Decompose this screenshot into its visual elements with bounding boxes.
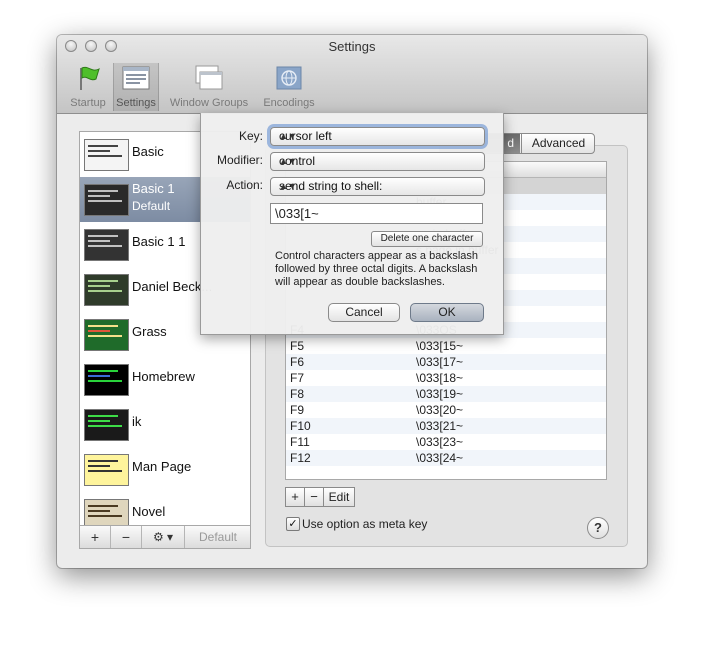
gear-menu-button[interactable]: ⚙ ▾ (142, 526, 185, 548)
table-row[interactable]: F5 \033[15~ (286, 338, 606, 354)
profile-thumbnail (84, 319, 129, 351)
table-row[interactable]: F12 \033[24~ (286, 450, 606, 466)
profile-name: Basic 1 1 (132, 234, 186, 249)
action-cell: \033[21~ (416, 419, 464, 433)
modifier-popup[interactable]: control ▲▼ (270, 152, 485, 171)
key-cell: F7 (290, 371, 305, 385)
action-cell: \033[15~ (416, 339, 464, 353)
key-cell: F11 (290, 435, 310, 449)
help-button[interactable]: ? (587, 517, 609, 539)
action-cell: \033[17~ (416, 355, 464, 369)
updown-arrows-icon: ▲▼ (279, 181, 297, 191)
cancel-button[interactable]: Cancel (328, 303, 400, 322)
table-row[interactable]: F11 \033[23~ (286, 434, 606, 450)
toolbar-label: Window Groups (169, 97, 249, 109)
toolbar-window-groups[interactable]: Window Groups (165, 63, 253, 111)
key-cell: F9 (290, 403, 305, 417)
toolbar-startup[interactable]: Startup (63, 63, 113, 111)
key-label: Key: (238, 129, 263, 143)
settings-window: Settings Startup Settings Window Groups … (57, 35, 647, 568)
profile-thumbnail (84, 409, 129, 441)
window-groups-icon (195, 65, 223, 90)
action-cell: \033[24~ (416, 451, 464, 465)
toolbar-label: Encodings (263, 97, 315, 109)
key-popup[interactable]: cursor left ▲▼ (270, 127, 485, 146)
key-cell: F6 (290, 355, 305, 369)
toolbar-encodings[interactable]: Encodings (259, 63, 319, 111)
profile-name: Novel (132, 504, 166, 519)
updown-arrows-icon: ▲▼ (279, 131, 297, 141)
toolbar-label: Settings (116, 97, 156, 109)
edit-key-button[interactable]: Edit (323, 487, 355, 507)
profile-thumbnail (84, 454, 129, 486)
modifier-label: Modifier: (216, 153, 263, 167)
string-input[interactable]: \033[1~ (270, 203, 483, 224)
key-cell: F5 (290, 339, 305, 353)
toolbar-settings[interactable]: Settings (113, 63, 159, 111)
profile-thumbnail (84, 499, 129, 527)
profile-list-toolbar: + − ⚙ ▾ Default (79, 525, 251, 549)
profile-item-homebrew[interactable]: Homebrew (80, 357, 250, 402)
profile-name: Basic (132, 144, 164, 159)
flag-icon (80, 66, 100, 90)
profile-thumbnail (84, 274, 129, 306)
profile-thumbnail (84, 229, 129, 261)
remove-profile-button[interactable]: − (111, 526, 142, 548)
edit-key-sheet: Key: cursor left ▲▼ Modifier: control ▲▼… (200, 113, 504, 335)
profile-item-novel[interactable]: Novel (80, 492, 250, 527)
profile-name: Man Page (132, 459, 192, 474)
globe-icon (276, 66, 302, 90)
action-cell: \033[23~ (416, 435, 464, 449)
table-row[interactable]: F6 \033[17~ (286, 354, 606, 370)
action-label: Action: (226, 178, 263, 192)
settings-window-icon (122, 66, 150, 90)
remove-key-button[interactable]: − (304, 487, 324, 507)
updown-arrows-icon: ▲▼ (279, 156, 297, 166)
profile-name: Homebrew (132, 369, 195, 384)
table-row[interactable]: F7 \033[18~ (286, 370, 606, 386)
ok-button[interactable]: OK (410, 303, 484, 322)
profile-thumbnail (84, 364, 129, 396)
table-row[interactable]: F9 \033[20~ (286, 402, 606, 418)
profile-item-ik[interactable]: ik (80, 402, 250, 447)
delete-character-button[interactable]: Delete one character (371, 231, 483, 247)
escape-help-text: Control characters appear as a backslash… (275, 250, 478, 288)
key-cell: F12 (290, 451, 311, 465)
profile-name: Grass (132, 324, 167, 339)
tab-advanced[interactable]: Advanced (521, 134, 595, 153)
add-key-button[interactable]: + (285, 487, 305, 507)
profile-thumbnail (84, 184, 129, 216)
profile-item-man-page[interactable]: Man Page (80, 447, 250, 492)
key-cell: F8 (290, 387, 305, 401)
action-cell: \033[20~ (416, 403, 464, 417)
set-default-button[interactable]: Default (186, 526, 250, 548)
tab-label: d (507, 136, 514, 150)
toolbar-label: Startup (70, 97, 106, 109)
meta-key-checkbox[interactable]: ✓ (286, 517, 300, 531)
action-popup[interactable]: send string to shell: ▲▼ (270, 177, 485, 196)
profile-default-label: Default (132, 199, 171, 213)
table-row[interactable]: F8 \033[19~ (286, 386, 606, 402)
profile-name: Basic 1 (132, 181, 175, 196)
title-bar: Settings Startup Settings Window Groups … (57, 35, 647, 114)
table-row[interactable]: F10 \033[21~ (286, 418, 606, 434)
window-title: Settings (328, 39, 376, 54)
action-cell: \033[18~ (416, 371, 464, 385)
string-input-value: \033[1~ (275, 206, 319, 221)
action-cell: \033[19~ (416, 387, 464, 401)
profile-thumbnail (84, 139, 129, 171)
profile-name: ik (132, 414, 142, 429)
add-profile-button[interactable]: + (80, 526, 111, 548)
meta-key-label: Use option as meta key (302, 517, 428, 531)
key-cell: F10 (290, 419, 311, 433)
